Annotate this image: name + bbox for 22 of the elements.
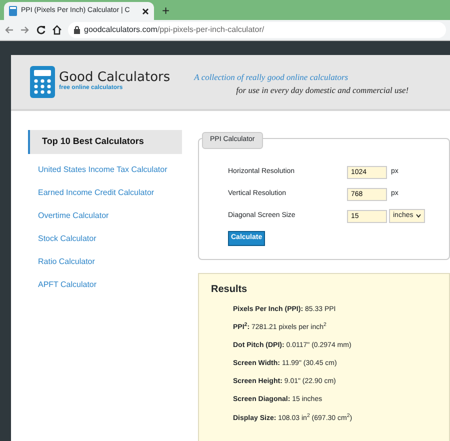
lock-icon xyxy=(74,26,80,34)
home-icon[interactable] xyxy=(52,25,62,35)
tagline: A collection of really good online calculators xyxy=(194,71,350,84)
sidebar-link[interactable]: Top 10 Best Calculators xyxy=(28,130,182,154)
tagline: for use in every day domestic and commercial use! xyxy=(236,84,409,97)
sidebar-link[interactable]: United States Income Tax Calculator xyxy=(28,160,182,182)
reload-icon[interactable] xyxy=(36,25,46,35)
results-title: Results xyxy=(211,283,248,297)
sidebar-link[interactable]: Ratio Calculator xyxy=(28,252,182,274)
caret-icon xyxy=(416,214,422,218)
calculator-icon xyxy=(30,66,55,98)
back-icon[interactable] xyxy=(4,25,14,35)
address-bar[interactable]: goodcalculators.com/ppi-pixels-per-inch-calculator/ xyxy=(68,22,446,38)
forward-icon[interactable] xyxy=(20,25,30,35)
sidebar-link[interactable]: APFT Calculator xyxy=(28,274,182,298)
sidebar-link[interactable]: Stock Calculator xyxy=(28,228,182,252)
new-tab-button[interactable]: + xyxy=(162,2,170,20)
calculator-icon xyxy=(9,6,17,16)
close-icon[interactable] xyxy=(142,8,149,14)
sidebar-link[interactable]: Earned Income Credit Calculator xyxy=(28,182,182,206)
logo-title: Good Calculators xyxy=(59,71,170,84)
sidebar-link[interactable]: Overtime Calculator xyxy=(28,206,182,228)
